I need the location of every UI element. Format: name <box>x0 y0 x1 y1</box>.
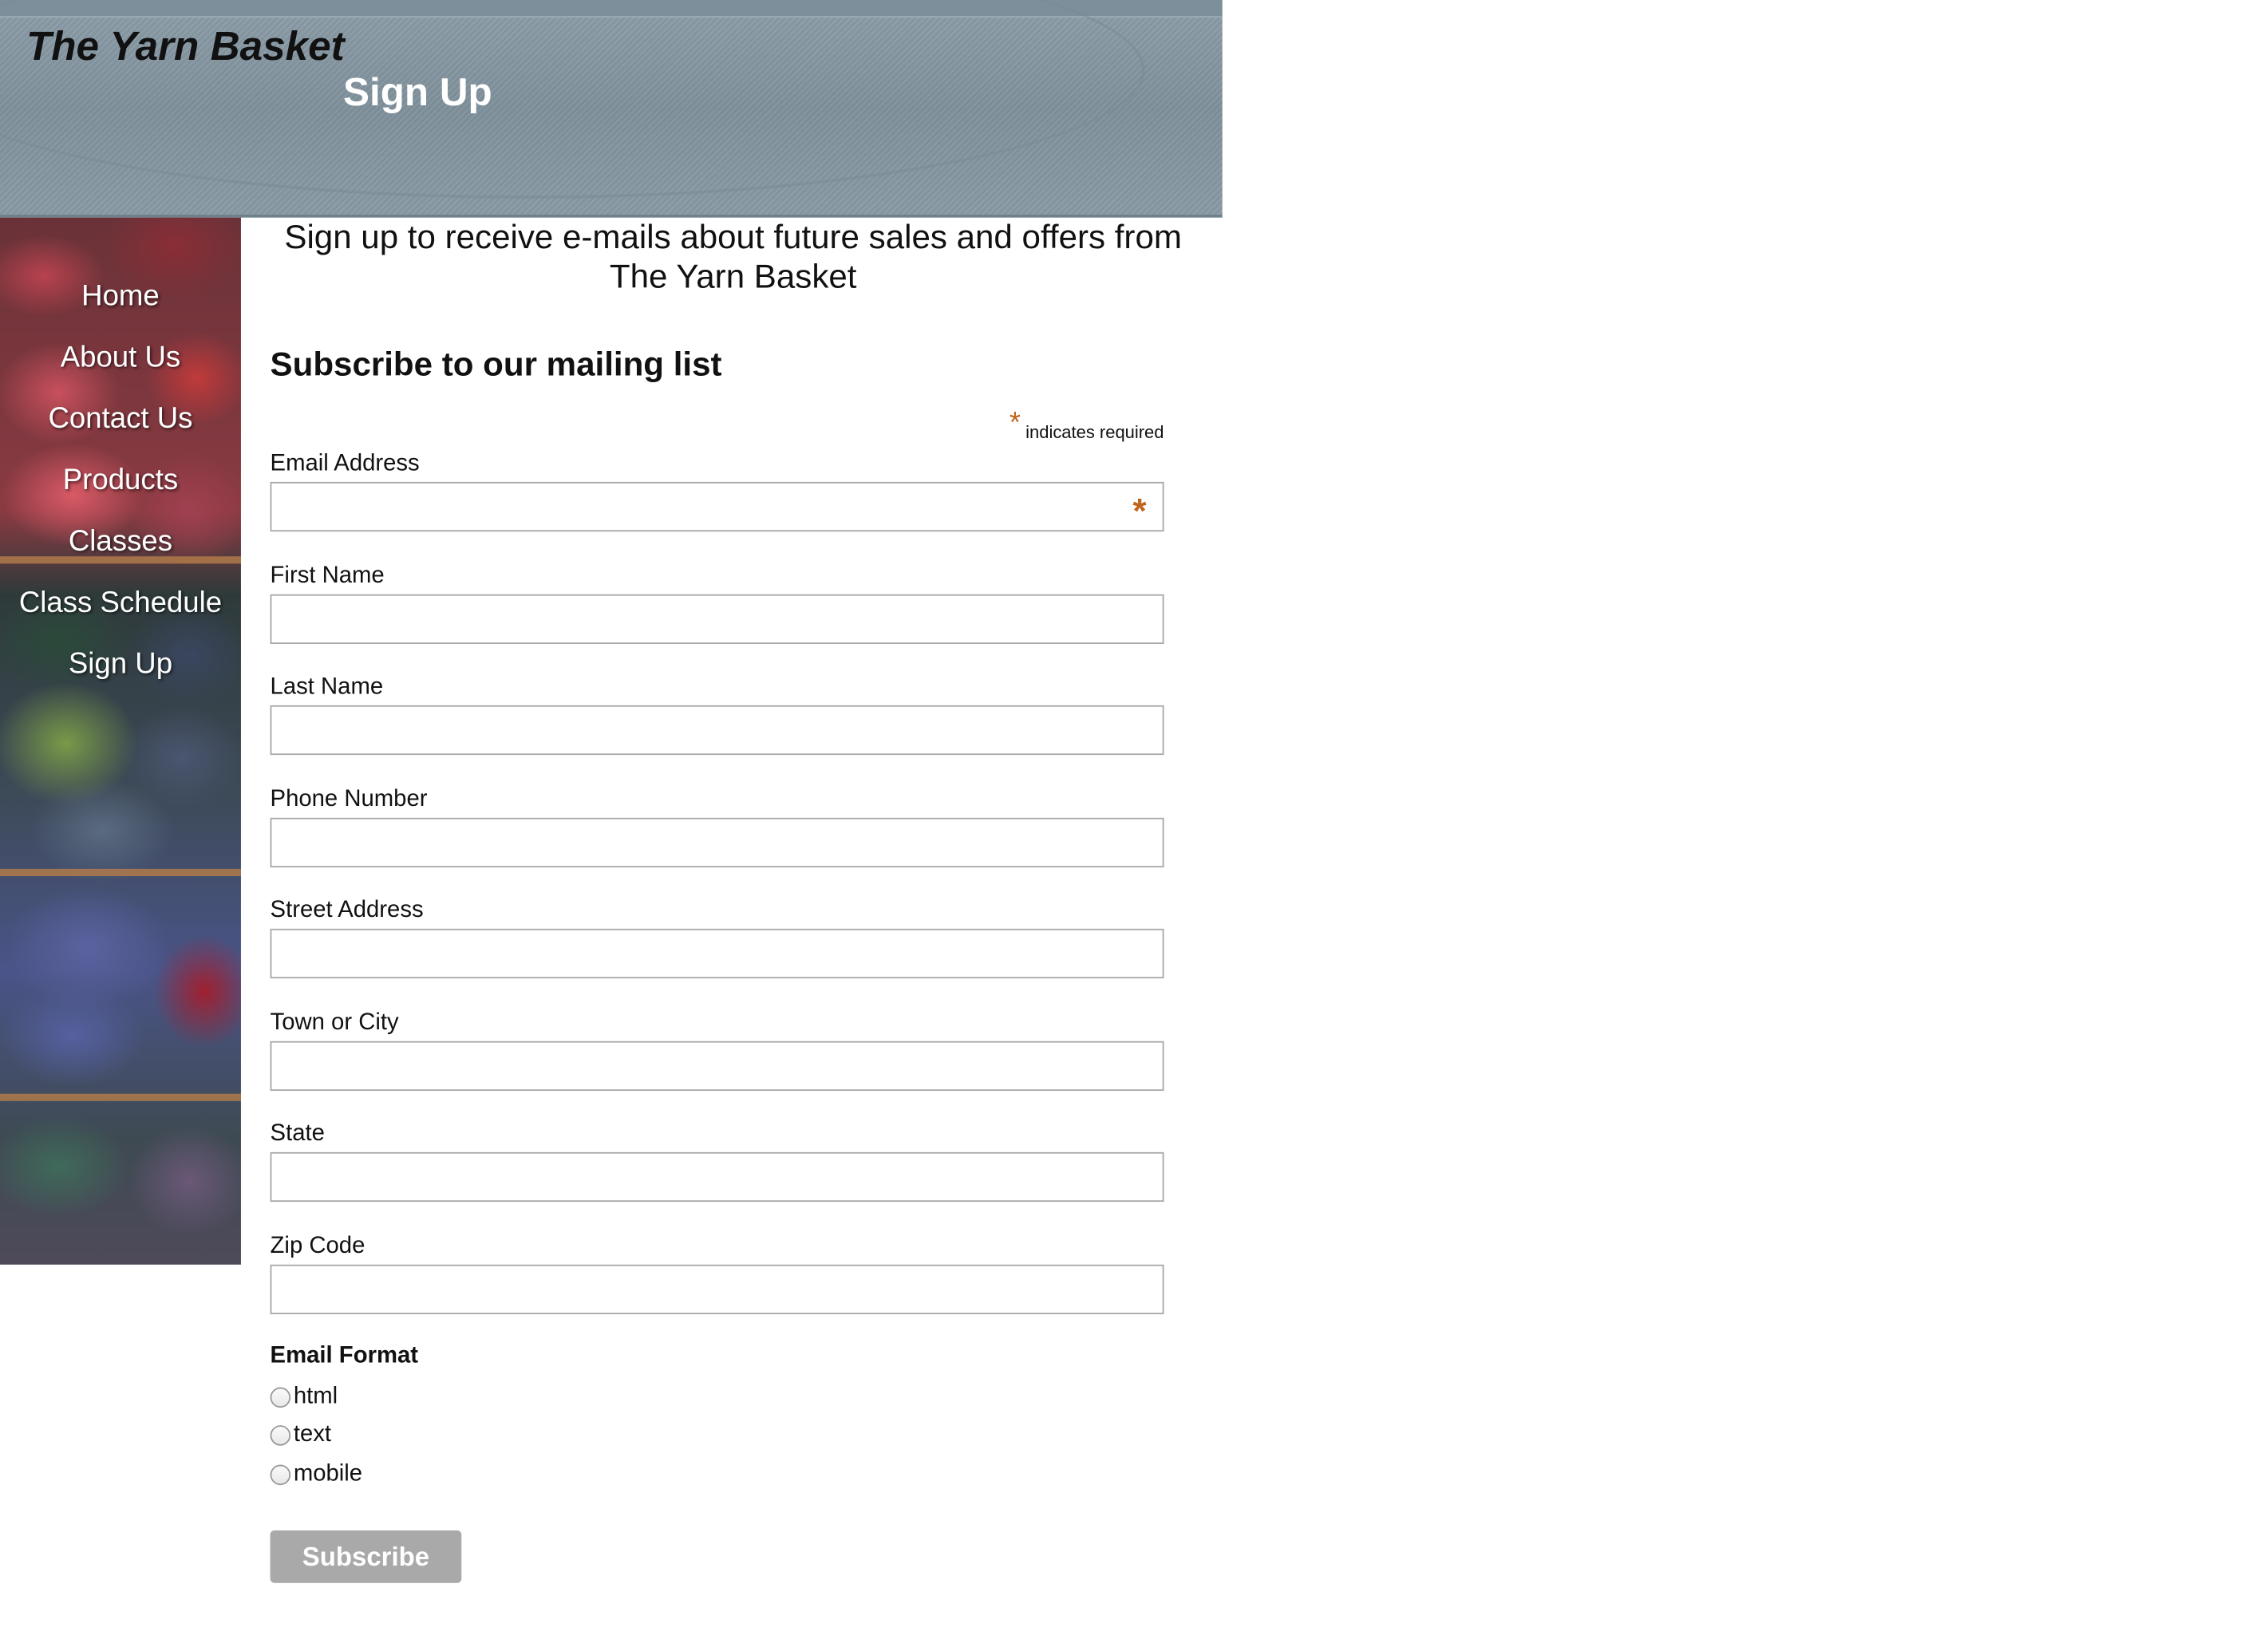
nav-item-sign-up: Sign Up <box>0 634 241 695</box>
form-title: Subscribe to our mailing list <box>270 344 722 383</box>
field-zip-code: Zip Code <box>270 1233 1164 1314</box>
nav-item-classes: Classes <box>0 511 241 573</box>
field-first-name: First Name <box>270 563 1164 645</box>
nav-item-home: Home <box>0 266 241 327</box>
nav-link-contact-us[interactable]: Contact Us <box>48 402 192 436</box>
nav-link-home[interactable]: Home <box>81 279 160 313</box>
nav-link-about-us[interactable]: About Us <box>61 341 181 374</box>
page: The Yarn Basket Sign Up Home About Us Co… <box>0 0 2258 1643</box>
nav-link-class-schedule[interactable]: Class Schedule <box>19 587 222 620</box>
radio-option-mobile[interactable]: mobile <box>270 1459 363 1491</box>
nav-link-products[interactable]: Products <box>63 464 178 497</box>
radio-label-html: html <box>293 1384 338 1409</box>
email-label: Email Address <box>270 451 420 476</box>
last-name-input[interactable] <box>271 706 1163 754</box>
shelf-divider <box>0 868 241 876</box>
subscribe-button[interactable]: Subscribe <box>270 1530 462 1583</box>
nav-item-products: Products <box>0 450 241 511</box>
field-phone: Phone Number <box>270 786 1164 868</box>
radio-label-text: text <box>293 1422 332 1447</box>
radio-button-html[interactable] <box>270 1387 291 1408</box>
phone-input-box <box>270 817 1164 868</box>
intro-text: Sign up to receive e-mails about future … <box>284 217 1182 295</box>
required-note: * indicates required <box>1010 408 1164 447</box>
town-city-input-box <box>270 1041 1164 1092</box>
email-input-box: * <box>270 481 1164 532</box>
nav-item-class-schedule: Class Schedule <box>0 572 241 634</box>
street-address-input-box <box>270 928 1164 979</box>
first-name-label: First Name <box>270 563 385 589</box>
street-address-input[interactable] <box>271 930 1163 978</box>
radio-button-text[interactable] <box>270 1425 291 1446</box>
email-input[interactable] <box>271 483 1163 531</box>
nav-link-classes[interactable]: Classes <box>69 525 172 559</box>
town-city-input[interactable] <box>271 1042 1163 1090</box>
required-note-text: indicates required <box>1025 421 1164 443</box>
zip-code-label: Zip Code <box>270 1234 365 1259</box>
site-title: The Yarn Basket <box>26 23 345 69</box>
nav-link-sign-up[interactable]: Sign Up <box>69 648 172 681</box>
radio-option-text[interactable]: text <box>270 1420 332 1451</box>
field-town-city: Town or City <box>270 1009 1164 1092</box>
first-name-input[interactable] <box>271 595 1163 643</box>
required-star-icon: * <box>1009 407 1021 440</box>
phone-label: Phone Number <box>270 787 428 812</box>
zip-code-input-box <box>270 1264 1164 1314</box>
state-input-box <box>270 1151 1164 1203</box>
field-state: State <box>270 1120 1164 1203</box>
radio-label-mobile: mobile <box>293 1461 363 1487</box>
town-city-label: Town or City <box>270 1010 399 1036</box>
last-name-label: Last Name <box>270 674 384 700</box>
field-last-name: Last Name <box>270 673 1164 756</box>
required-star-icon: * <box>1132 492 1147 532</box>
radio-option-html[interactable]: html <box>270 1381 338 1413</box>
header-banner: The Yarn Basket Sign Up <box>0 0 1223 218</box>
field-email: Email Address * <box>270 450 1164 532</box>
email-format-label: Email Format <box>270 1343 419 1369</box>
street-address-label: Street Address <box>270 898 424 923</box>
shelf-divider <box>0 1093 241 1101</box>
page-heading: Sign Up <box>343 69 492 114</box>
zip-code-input[interactable] <box>271 1266 1163 1313</box>
nav-item-contact-us: Contact Us <box>0 389 241 450</box>
state-input[interactable] <box>271 1153 1163 1201</box>
sidebar-nav: Home About Us Contact Us Products Classe… <box>0 266 241 695</box>
nav-item-about-us: About Us <box>0 327 241 389</box>
field-street-address: Street Address <box>270 897 1164 979</box>
sidebar-yarn-image: Home About Us Contact Us Products Classe… <box>0 217 241 1265</box>
last-name-input-box <box>270 705 1164 756</box>
first-name-input-box <box>270 594 1164 645</box>
radio-button-mobile[interactable] <box>270 1464 291 1486</box>
phone-input[interactable] <box>271 819 1163 867</box>
state-label: State <box>270 1121 325 1147</box>
